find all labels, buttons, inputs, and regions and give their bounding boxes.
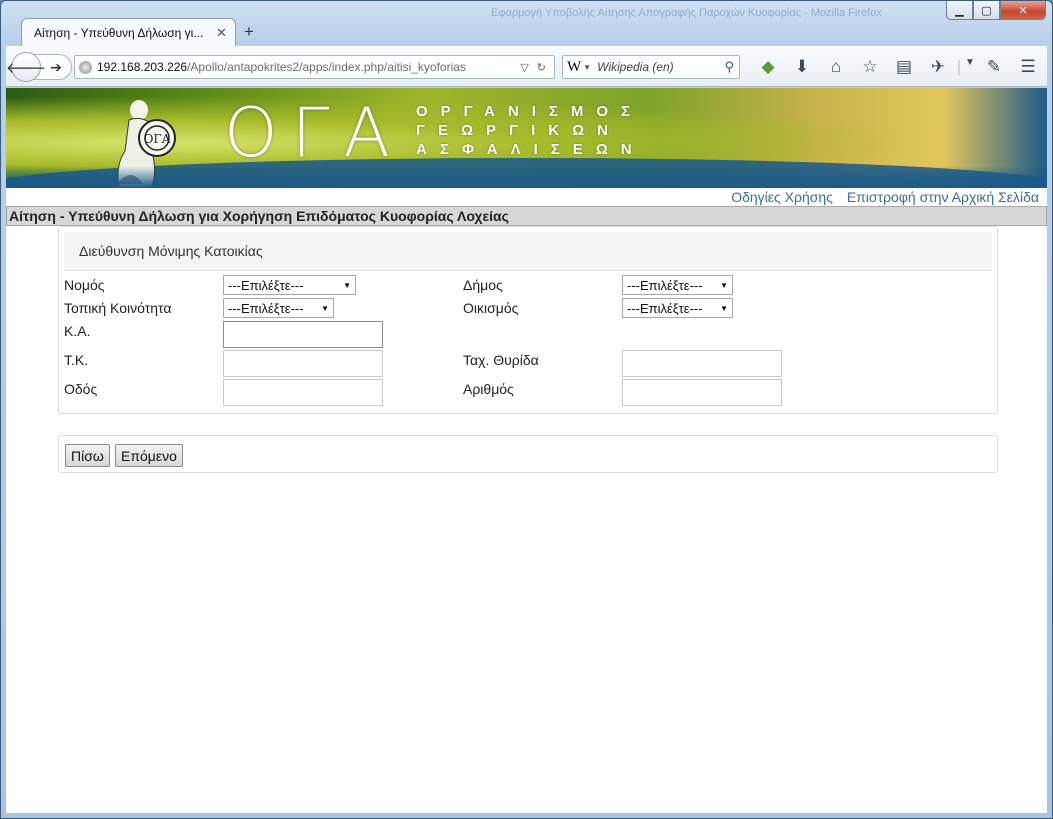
subtitle-line-3: ΑΣΦΑΛΙΣΕΩΝ [416, 141, 645, 158]
oga-logo-subtitle: ΟΡΓΑΝΙΣΜΟΣ ΓΕΩΡΓΙΚΩΝ ΑΣΦΑΛΙΣΕΩΝ [416, 102, 645, 159]
close-window-button[interactable]: ✕ [1000, 1, 1046, 20]
forward-button[interactable]: ➔ [41, 59, 71, 76]
odos-input[interactable] [223, 379, 383, 406]
tk-input[interactable] [223, 350, 383, 377]
subtitle-line-1: ΟΡΓΑΝΙΣΜΟΣ [416, 103, 644, 120]
download-icon[interactable]: ⬇ [785, 57, 819, 77]
menu-icon[interactable]: ☰ [1011, 57, 1045, 77]
thyrida-input[interactable] [622, 350, 782, 377]
subtitle-line-2: ΓΕΩΡΓΙΚΩΝ [416, 122, 621, 139]
window-controls: ▁ ▢ ✕ [946, 1, 1046, 20]
tab-active[interactable]: Αίτηση - Υπεύθυνη Δήλωση γι... ✕ [21, 18, 236, 46]
chevron-down-icon: ▼ [343, 281, 351, 290]
odos-label: Οδός [64, 381, 98, 397]
addon-icon[interactable]: ✈ [921, 57, 955, 77]
background-window-title: Εφαρμογή Υποβολής Αίτησης Απογραφής Παρο… [491, 7, 882, 19]
koinotita-select-value: ---Επιλέξτε--- [228, 301, 304, 316]
nomos-label: Νομός [64, 277, 105, 293]
oga-goddess-emblem-icon: ΟΓΑ [117, 100, 176, 188]
oga-banner: ΟΓΑ ΟΓΑ ΟΡΓΑΝΙΣΜΟΣ ΓΕΩΡΓΙΚΩΝ ΑΣΦΑΛΙΣΕΩΝ [6, 88, 1047, 188]
url-path: /Apollo/antapokrites2/apps/index.php/ait… [187, 60, 466, 74]
search-icon[interactable]: ⚲ [724, 59, 734, 75]
dimos-select-value: ---Επιλέξτε--- [627, 278, 703, 293]
dimos-label: Δήμος [463, 277, 503, 293]
url-bar[interactable]: 192.168.203.226/Apollo/antapokrites2/app… [74, 55, 555, 79]
ka-input[interactable] [223, 321, 383, 348]
page-viewport: ΟΓΑ ΟΓΑ ΟΡΓΑΝΙΣΜΟΣ ΓΕΩΡΓΙΚΩΝ ΑΣΦΑΛΙΣΕΩΝ … [6, 88, 1047, 813]
browser-window: Εφαρμογή Υποβολής Αίτησης Απογραφής Παρο… [0, 0, 1053, 819]
oga-logo-text: ΟΓΑ [224, 94, 404, 173]
new-tab-button[interactable]: + [244, 22, 254, 42]
url-dropdown-icon[interactable]: ▽ [520, 61, 528, 74]
notepad-icon[interactable]: ✎ [977, 57, 1011, 77]
dimos-select[interactable]: ---Επιλέξτε--- ▼ [622, 275, 733, 295]
search-bar[interactable]: W ▼ Wikipedia (en) ⚲ [562, 55, 740, 79]
site-identity-icon[interactable] [79, 60, 92, 74]
tk-label: Τ.Κ. [64, 352, 89, 368]
chevron-down-icon: ▼ [321, 304, 329, 313]
koinotita-label: Τοπική Κοινότητα [64, 300, 172, 316]
home-link[interactable]: Επιστροφή στην Αρχική Σελίδα [847, 189, 1039, 205]
toolbar-icons: ◆ ⬇ ⌂ ☆ ▤ ✈ | ▼ ✎ ☰ [751, 57, 1045, 77]
oikismos-label: Οικισμός [463, 300, 519, 316]
back-forward-group: 🡐 ➔ [6, 52, 72, 82]
svg-text:ΟΓΑ: ΟΓΑ [144, 132, 171, 146]
next-button[interactable]: Επόμενο [115, 444, 183, 467]
nomos-select[interactable]: ---Επιλέξτε--- ▼ [223, 275, 356, 295]
top-links: Οδηγίες Χρήσης Επιστροφή στην Αρχική Σελ… [6, 189, 1047, 206]
sync-icon[interactable]: ◆ [751, 57, 785, 77]
address-panel-heading: Διεύθυνση Μόνιμης Κατοικίας [64, 232, 992, 271]
oikismos-select[interactable]: ---Επιλέξτε--- ▼ [622, 298, 733, 318]
url-host: 192.168.203.226 [97, 60, 188, 74]
ka-label: Κ.Α. [64, 323, 91, 339]
thyrida-label: Ταχ. Θυρίδα [463, 352, 539, 368]
chevron-down-icon: ▼ [720, 304, 728, 313]
back-button-form[interactable]: Πίσω [65, 444, 110, 467]
search-placeholder: Wikipedia (en) [597, 60, 674, 74]
navigation-buttons-panel: Πίσω Επόμενο [58, 435, 998, 473]
help-link[interactable]: Οδηγίες Χρήσης [731, 189, 833, 205]
reload-icon[interactable]: ↻ [537, 61, 546, 74]
reading-list-icon[interactable]: ▤ [887, 57, 921, 77]
home-icon[interactable]: ⌂ [819, 57, 853, 77]
minimize-button[interactable]: ▁ [946, 1, 973, 20]
koinotita-select[interactable]: ---Επιλέξτε--- ▼ [223, 298, 334, 318]
bookmark-star-icon[interactable]: ☆ [853, 57, 887, 77]
arithmos-label: Αριθμός [463, 381, 514, 397]
search-engine-dropdown-icon[interactable]: ▼ [583, 63, 591, 72]
address-panel: Διεύθυνση Μόνιμης Κατοικίας Νομός ---Επι… [58, 226, 998, 414]
forward-arrow-icon: ➔ [50, 58, 62, 75]
tab-title: Αίτηση - Υπεύθυνη Δήλωση γι... [34, 25, 204, 40]
tab-close-icon[interactable]: ✕ [216, 25, 227, 41]
toolbar-separator: | [956, 57, 962, 76]
nomos-select-value: ---Επιλέξτε--- [228, 278, 304, 293]
back-button[interactable]: 🡐 [6, 52, 46, 82]
chevron-down-icon: ▼ [720, 281, 728, 290]
page-title: Αίτηση - Υπεύθυνη Δήλωση για Χορήγηση Επ… [6, 206, 1047, 226]
dropdown-icon[interactable]: ▼ [963, 57, 977, 77]
arithmos-input[interactable] [622, 379, 782, 406]
maximize-button[interactable]: ▢ [973, 1, 1000, 20]
wikipedia-icon[interactable]: W [567, 59, 581, 76]
oikismos-select-value: ---Επιλέξτε--- [627, 301, 703, 316]
navigation-toolbar: 🡐 ➔ 192.168.203.226/Apollo/antapokrites2… [6, 46, 1047, 87]
